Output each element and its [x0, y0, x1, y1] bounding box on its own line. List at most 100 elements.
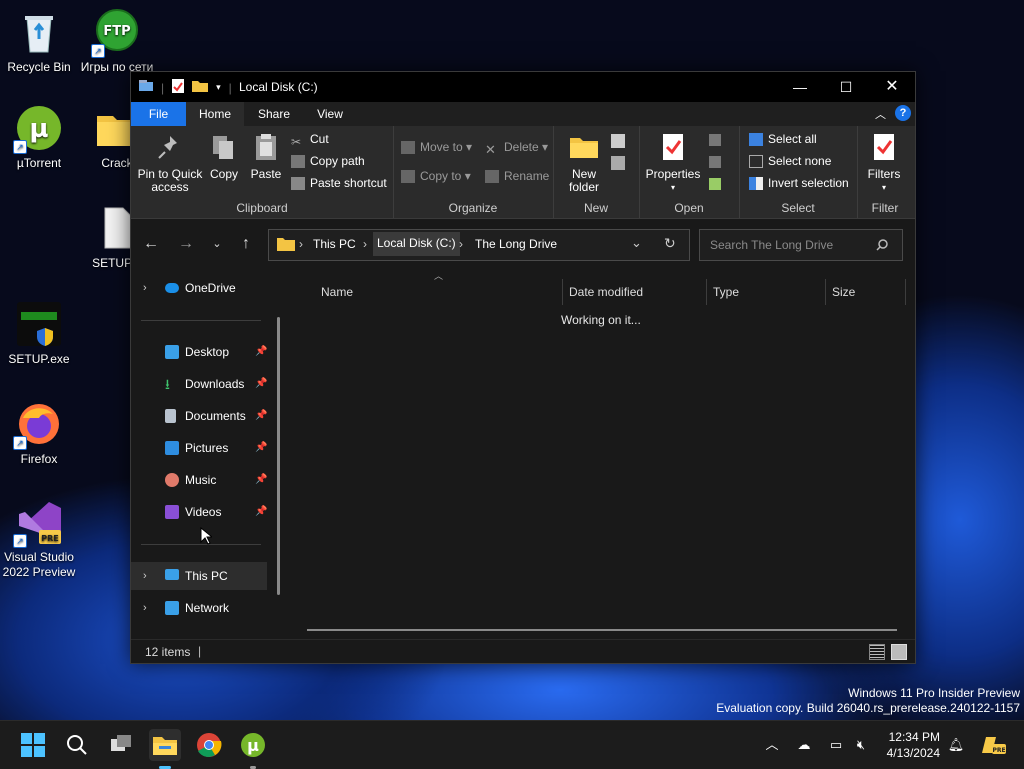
invert-selection-label: Invert selection: [768, 176, 849, 190]
tab-share[interactable]: Share: [248, 102, 300, 126]
up-button[interactable]: ↑: [234, 232, 258, 256]
back-button[interactable]: ←: [139, 232, 163, 256]
chrome-icon: [197, 733, 222, 757]
column-size[interactable]: Size: [826, 279, 906, 305]
invert-selection-button[interactable]: Invert selection: [749, 174, 849, 192]
svg-text:FTP: FTP: [103, 24, 130, 39]
expand-chevron-icon[interactable]: ›: [143, 274, 147, 302]
column-type[interactable]: Type: [707, 279, 826, 305]
start-button[interactable]: [17, 729, 49, 761]
minimize-button[interactable]: —: [777, 72, 823, 102]
search-taskbar-button[interactable]: [61, 729, 93, 761]
pin-icon[interactable]: 📌: [255, 338, 267, 366]
properties-button[interactable]: Properties ▾: [643, 132, 703, 194]
column-name[interactable]: Name: [315, 279, 563, 305]
refresh-icon[interactable]: ↻: [664, 235, 676, 252]
nav-item-desktop[interactable]: Desktop 📌: [131, 338, 271, 366]
nav-item-documents[interactable]: Documents 📌: [131, 402, 271, 430]
pin-icon[interactable]: 📌: [255, 466, 267, 494]
crumb-the-long-drive[interactable]: The Long Drive: [475, 237, 557, 251]
crumb-this-pc[interactable]: This PC: [313, 237, 356, 251]
file-explorer-taskbar-button[interactable]: [149, 729, 181, 769]
network-tray-icon[interactable]: ▭: [826, 735, 846, 755]
paste-button[interactable]: Paste: [247, 132, 285, 181]
nav-item-network[interactable]: › Network: [131, 594, 271, 622]
pin-icon[interactable]: 📌: [255, 498, 267, 526]
nav-item-pictures[interactable]: Pictures 📌: [131, 434, 271, 462]
tab-file[interactable]: File: [131, 102, 186, 126]
nav-item-music[interactable]: Music 📌: [131, 466, 271, 494]
delete-button[interactable]: ✕ Delete ▾: [485, 138, 548, 157]
clock[interactable]: 12:34 PM 4/13/2024: [878, 729, 940, 761]
new-folder-button[interactable]: New folder: [561, 132, 607, 194]
move-to-button[interactable]: Move to ▾: [401, 138, 472, 156]
horizontal-scrollbar[interactable]: [307, 629, 897, 631]
nav-scrollbar[interactable]: [277, 317, 280, 595]
tab-view[interactable]: View: [305, 102, 355, 126]
desktop-icon-online-games[interactable]: FTP ↗ Игры по сети: [78, 8, 156, 75]
tab-home[interactable]: Home: [186, 102, 244, 126]
pin-icon[interactable]: 📌: [255, 370, 267, 398]
recycle-bin-icon: [15, 8, 63, 56]
navigation-pane: › OneDrive Desktop 📌 ⭳ Downloads 📌 Docum…: [131, 269, 286, 638]
select-all-button[interactable]: Select all: [749, 130, 817, 148]
details-view-button[interactable]: [869, 644, 885, 660]
pin-quick-access-button[interactable]: Pin to Quick access: [137, 132, 203, 194]
history-icon[interactable]: [709, 178, 721, 190]
easy-access-icon[interactable]: [611, 156, 625, 170]
window-menu-icon[interactable]: [139, 80, 153, 95]
desktop-icon-utorrent[interactable]: µ ↗ µTorrent: [0, 104, 78, 171]
copy-to-button[interactable]: Copy to ▾: [401, 167, 471, 185]
show-hidden-icons-chevron[interactable]: ︿: [762, 735, 782, 755]
cut-button[interactable]: ✂ Cut: [291, 130, 329, 149]
desktop-icon-firefox[interactable]: ↗ Firefox: [0, 400, 78, 467]
new-item-icon[interactable]: [611, 134, 625, 148]
onedrive-tray-icon[interactable]: ☁: [794, 735, 814, 755]
desktop-icon-recycle-bin[interactable]: Recycle Bin: [0, 8, 78, 75]
new-folder-qat-icon[interactable]: [192, 80, 209, 95]
desktop-icon-visual-studio[interactable]: PRE ↗ Visual Studio 2022 Preview: [0, 498, 78, 580]
large-icons-view-button[interactable]: [891, 644, 907, 660]
nav-item-videos[interactable]: Videos 📌: [131, 498, 271, 526]
forward-button[interactable]: →: [174, 232, 198, 256]
chrome-taskbar-button[interactable]: [193, 729, 225, 761]
pin-icon[interactable]: 📌: [255, 402, 267, 430]
notifications-bell-icon[interactable]: 🔔︎: [946, 735, 966, 755]
filters-button[interactable]: Filters ▾: [861, 132, 907, 194]
edit-icon[interactable]: [709, 156, 721, 168]
column-date-modified[interactable]: Date modified: [563, 279, 707, 305]
open-icon[interactable]: [709, 134, 721, 146]
crumb-local-disk[interactable]: Local Disk (C:): [373, 232, 460, 256]
maximize-button[interactable]: ☐: [823, 72, 869, 102]
address-history-chevron-icon[interactable]: ⌄: [631, 235, 642, 251]
select-none-button[interactable]: Select none: [749, 152, 831, 170]
close-button[interactable]: ✕: [869, 72, 915, 102]
volume-muted-icon[interactable]: 🔇︎: [851, 735, 871, 755]
qat-dropdown-icon[interactable]: ▾: [216, 82, 221, 93]
copilot-pre-icon[interactable]: PRE: [982, 735, 1006, 755]
crumb-separator: ›: [459, 237, 463, 251]
task-view-button[interactable]: [105, 729, 137, 761]
rename-button[interactable]: Rename: [485, 167, 549, 185]
address-bar[interactable]: › This PC › Local Disk (C:) › The Long D…: [268, 229, 690, 261]
properties-qat-icon[interactable]: [172, 79, 185, 96]
desktop-icon-setup-exe[interactable]: SETUP.exe: [0, 300, 78, 367]
nav-item-onedrive[interactable]: › OneDrive: [131, 274, 271, 302]
videos-icon: [165, 505, 179, 519]
utorrent-taskbar-button[interactable]: µ: [237, 729, 269, 769]
paste-shortcut-button[interactable]: Paste shortcut: [291, 174, 387, 192]
search-box[interactable]: Search The Long Drive: [699, 229, 903, 261]
nav-item-this-pc[interactable]: › This PC: [131, 562, 267, 590]
recent-locations-button[interactable]: ⌄: [205, 232, 229, 256]
nav-item-downloads[interactable]: ⭳ Downloads 📌: [131, 370, 271, 398]
svg-text:µ: µ: [29, 114, 48, 144]
expand-chevron-icon[interactable]: ›: [143, 594, 147, 622]
copy-button[interactable]: Copy: [207, 132, 241, 181]
copy-path-button[interactable]: Copy path: [291, 152, 365, 170]
select-all-icon: [749, 133, 763, 147]
expand-chevron-icon[interactable]: ›: [143, 562, 147, 590]
search-icon: [876, 239, 888, 251]
help-icon[interactable]: ?: [895, 105, 911, 121]
collapse-ribbon-icon[interactable]: ︿: [875, 106, 886, 122]
pin-icon[interactable]: 📌: [255, 434, 267, 462]
